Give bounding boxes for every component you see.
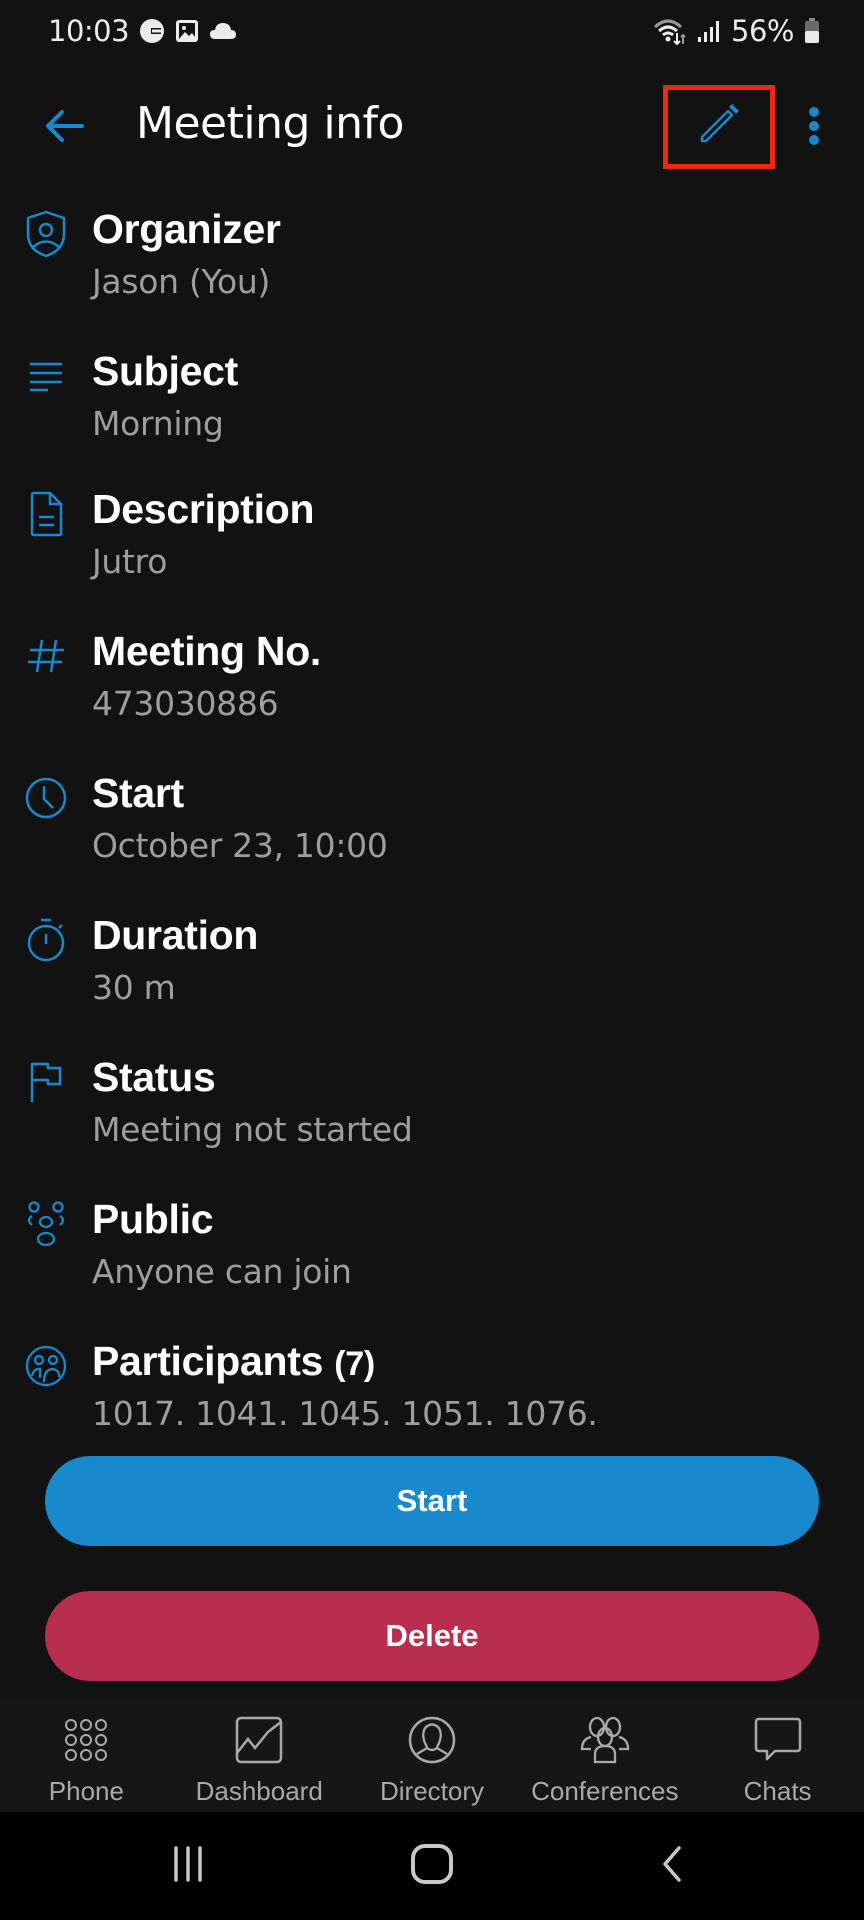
participants-icon — [22, 1342, 70, 1390]
info-value: Meeting not started — [92, 1110, 413, 1149]
start-button[interactable]: Start — [45, 1456, 819, 1546]
back-button[interactable] — [38, 102, 90, 154]
nav-item-conferences[interactable]: Conferences — [518, 1700, 691, 1812]
system-navigation-bar — [0, 1812, 864, 1920]
info-row-start: Start October 23, 10:00 — [0, 760, 864, 890]
recents-button[interactable] — [148, 1836, 228, 1896]
recents-icon — [168, 1844, 208, 1889]
info-value: October 23, 10:00 — [92, 826, 388, 865]
signal-icon — [697, 19, 721, 43]
info-value: Anyone can join — [92, 1252, 352, 1291]
info-value: 473030886 — [92, 684, 279, 723]
info-label: Subject — [92, 348, 238, 394]
nav-item-chats[interactable]: Chats — [691, 1700, 864, 1812]
group-icon — [22, 1200, 70, 1248]
info-row-status: Status Meeting not started — [0, 1044, 864, 1174]
nav-item-directory[interactable]: Directory — [346, 1700, 519, 1812]
delete-button[interactable]: Delete — [45, 1591, 819, 1681]
nav-label: Dashboard — [195, 1776, 323, 1806]
nav-label: Directory — [379, 1776, 484, 1806]
person-circle-icon — [406, 1714, 458, 1766]
home-button[interactable] — [392, 1836, 472, 1896]
info-label: Duration — [92, 912, 259, 958]
nav-label: Chats — [743, 1776, 812, 1806]
pencil-icon — [698, 103, 740, 150]
status-bar-right: 56% — [653, 14, 820, 48]
info-label: Meeting No. — [92, 628, 322, 674]
info-label: Organizer — [92, 206, 281, 252]
status-time: 10:03 — [48, 14, 130, 48]
back-icon — [657, 1844, 687, 1889]
nav-label: Conferences — [531, 1776, 679, 1806]
battery-icon — [804, 18, 820, 44]
shield-user-icon — [22, 210, 70, 258]
info-row-duration: Duration 30 m — [0, 902, 864, 1032]
chart-icon — [233, 1714, 285, 1766]
arrow-left-icon — [44, 109, 84, 148]
gallery-icon — [175, 19, 199, 43]
info-row-organizer: Organizer Jason (You) — [0, 196, 864, 326]
document-icon — [22, 490, 70, 538]
wifi-icon — [653, 17, 687, 45]
more-vertical-icon — [807, 106, 821, 151]
battery-percent: 56% — [731, 14, 794, 48]
info-row-description: Description Jutro — [0, 476, 864, 606]
more-options-button[interactable] — [796, 102, 832, 154]
info-value: Jason (You) — [92, 262, 271, 301]
info-value: Jutro — [92, 542, 168, 581]
participants-label: Participants — [92, 1338, 324, 1384]
google-icon — [139, 18, 165, 44]
clock-icon — [22, 774, 70, 822]
info-row-participants[interactable]: Participants (7) 1017. 1041. 1045. 1051.… — [0, 1328, 864, 1441]
nav-item-dashboard[interactable]: Dashboard — [173, 1700, 346, 1812]
people-icon — [579, 1714, 631, 1766]
info-row-public: Public Anyone can join — [0, 1186, 864, 1316]
info-label: Description — [92, 486, 315, 532]
stopwatch-icon — [22, 916, 70, 964]
info-value: 1017. 1041. 1045. 1051. 1076. — [92, 1394, 598, 1433]
back-nav-button[interactable] — [632, 1836, 712, 1896]
info-value: 30 m — [92, 968, 176, 1007]
info-label: Public — [92, 1196, 214, 1242]
home-icon — [410, 1842, 454, 1891]
status-bar: 10:03 56% — [0, 0, 864, 62]
status-bar-left: 10:03 — [48, 14, 237, 48]
nav-item-phone[interactable]: Phone — [0, 1700, 173, 1812]
cloud-icon — [209, 21, 237, 41]
info-row-meeting-number: Meeting No. 473030886 — [0, 618, 864, 748]
edit-button[interactable] — [663, 84, 775, 168]
info-label: Status — [92, 1054, 216, 1100]
meeting-info-list: Organizer Jason (You) Subject Morning De… — [0, 196, 864, 1441]
hash-icon — [22, 632, 70, 680]
nav-label: Phone — [48, 1776, 124, 1806]
page-title: Meeting info — [136, 98, 404, 149]
info-value: Morning — [92, 404, 224, 443]
info-label: Participants (7) — [92, 1338, 375, 1385]
text-lines-icon — [22, 352, 70, 400]
flag-icon — [22, 1058, 70, 1106]
bottom-navigation: Phone Dashboard Directory Conferences Ch… — [0, 1700, 864, 1812]
app-bar: Meeting info — [0, 72, 864, 184]
participants-count: (7) — [334, 1345, 375, 1383]
chat-bubble-icon — [752, 1714, 804, 1766]
dialpad-icon — [60, 1714, 112, 1766]
info-row-subject: Subject Morning — [0, 338, 864, 468]
info-label: Start — [92, 770, 184, 816]
